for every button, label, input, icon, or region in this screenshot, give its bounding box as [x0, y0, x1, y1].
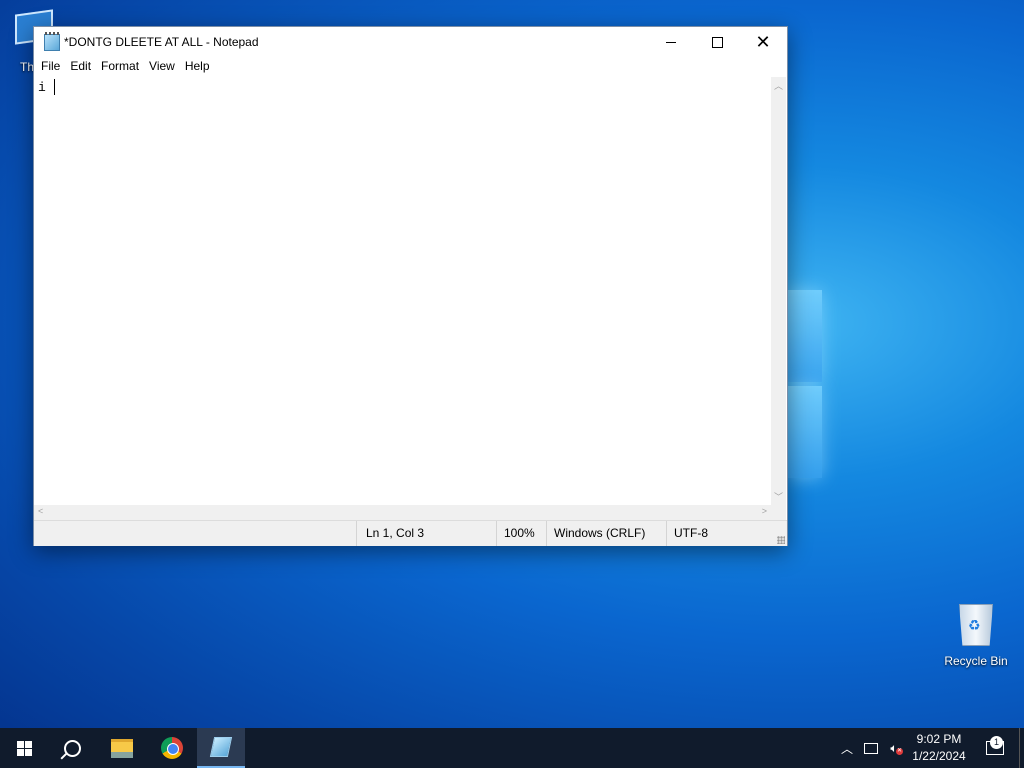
- resize-grip-icon[interactable]: [777, 536, 785, 544]
- file-explorer-button[interactable]: [98, 728, 146, 768]
- close-button[interactable]: ✕: [740, 27, 786, 57]
- text-caret: [54, 79, 55, 95]
- menu-bar: File Edit Format View Help: [34, 57, 787, 77]
- recycle-bin-icon: ♻: [959, 604, 993, 646]
- clock-time: 9:02 PM: [916, 732, 962, 746]
- scroll-down-icon[interactable]: ﹀: [774, 490, 783, 503]
- taskbar: ︿ 🔈︎ ✕ 9:02 PM 1/22/2024 1: [0, 728, 1024, 768]
- scroll-up-icon[interactable]: ︿: [774, 79, 783, 92]
- chrome-icon: [161, 737, 183, 759]
- scrollbar-corner: [771, 505, 786, 520]
- title-bar[interactable]: *DONTG DLEETE AT ALL - Notepad ✕: [34, 27, 787, 57]
- menu-view[interactable]: View: [144, 57, 180, 77]
- chrome-button[interactable]: [148, 728, 196, 768]
- minimize-icon: [666, 41, 676, 43]
- notification-count: 1: [990, 736, 1003, 749]
- folder-icon: [111, 738, 133, 758]
- status-bar: Ln 1, Col 3 100% Windows (CRLF) UTF-8: [34, 520, 787, 546]
- cursor-position: Ln 1, Col 3: [356, 521, 496, 546]
- windows-start-icon: [16, 740, 32, 756]
- maximize-icon: [711, 36, 723, 48]
- show-hidden-icons-button[interactable]: ︿: [838, 728, 856, 768]
- desktop-icon-recycle-bin[interactable]: ♻ Recycle Bin: [940, 600, 1012, 670]
- notepad-icon: [44, 32, 60, 51]
- notepad-icon: [209, 737, 233, 757]
- menu-help[interactable]: Help: [180, 57, 215, 77]
- muted-icon: ✕: [896, 748, 903, 755]
- menu-edit[interactable]: Edit: [65, 57, 96, 77]
- editor-content: i: [38, 80, 46, 95]
- scroll-left-icon[interactable]: <: [38, 506, 43, 516]
- start-button[interactable]: [0, 728, 48, 768]
- line-ending: Windows (CRLF): [546, 521, 666, 546]
- zoom-level: 100%: [496, 521, 546, 546]
- volume-button[interactable]: 🔈︎ ✕: [884, 728, 904, 768]
- encoding: UTF-8: [666, 521, 787, 546]
- scroll-right-icon[interactable]: >: [762, 506, 767, 516]
- window-title: *DONTG DLEETE AT ALL - Notepad: [64, 35, 259, 49]
- action-center-button[interactable]: 1: [980, 728, 1010, 768]
- menu-file[interactable]: File: [36, 57, 65, 77]
- text-editor[interactable]: i: [34, 77, 771, 505]
- maximize-button[interactable]: [694, 27, 740, 57]
- desktop-icon-label: Recycle Bin: [944, 654, 1008, 668]
- horizontal-scrollbar[interactable]: < >: [34, 505, 771, 520]
- menu-format[interactable]: Format: [96, 57, 144, 77]
- vertical-scrollbar[interactable]: ︿ ﹀: [771, 77, 786, 505]
- show-desktop-button[interactable]: [1019, 728, 1024, 768]
- clock[interactable]: 9:02 PM 1/22/2024: [906, 731, 972, 765]
- network-button[interactable]: [862, 728, 880, 768]
- minimize-button[interactable]: [648, 27, 694, 57]
- close-icon: ✕: [755, 32, 771, 52]
- network-icon: [864, 742, 878, 754]
- notepad-taskbar-button[interactable]: [197, 728, 245, 768]
- chevron-up-icon: ︿: [840, 741, 853, 756]
- desktop-icon-label: Th: [20, 60, 35, 74]
- search-button[interactable]: [48, 728, 96, 768]
- clock-date: 1/22/2024: [912, 749, 966, 763]
- notepad-window: *DONTG DLEETE AT ALL - Notepad ✕ File Ed…: [33, 26, 788, 546]
- search-icon: [63, 739, 81, 757]
